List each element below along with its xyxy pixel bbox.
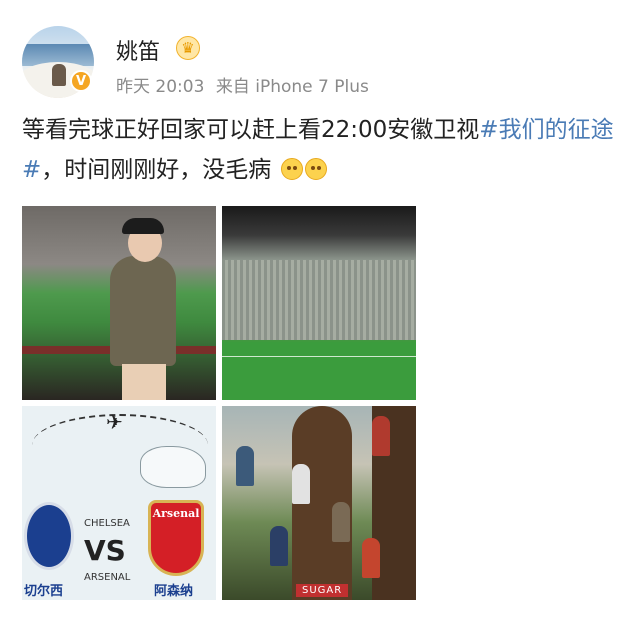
post-source: 来自 iPhone 7 Plus <box>215 77 369 97</box>
crown-icon: ♛ <box>176 36 200 60</box>
kiss-emoji-icon <box>304 158 327 180</box>
team-right-label: ARSENAL <box>84 572 131 583</box>
poster-person <box>292 464 310 504</box>
poster-logo: SUGAR <box>296 584 349 597</box>
verified-badge-icon: V <box>70 70 92 92</box>
photo-1-stadium-selfie[interactable] <box>22 206 216 400</box>
photo-3-match-graphic[interactable]: ✈ CHELSEA VS ARSENAL Arsenal 切尔西 阿森纳 <box>22 406 216 600</box>
post-time: 昨天 20:03 <box>116 77 205 97</box>
post-text: 等看完球正好回家可以赶上看22:00安徽卫视#我们的征途#，时间刚刚好，没毛病 <box>22 110 622 190</box>
stadium-crowd <box>222 260 416 340</box>
poster-person <box>236 446 254 486</box>
poster-person <box>270 526 288 566</box>
poster-person <box>332 502 350 542</box>
chelsea-crest-icon <box>24 502 74 570</box>
team-right-cn-label: 阿森纳 <box>154 584 194 599</box>
photo-person-legs <box>122 364 166 400</box>
map-outline <box>140 446 206 488</box>
poster-person <box>362 538 380 578</box>
author-name[interactable]: 姚笛 <box>116 34 160 66</box>
airplane-icon: ✈ <box>106 410 123 434</box>
avatar-figure <box>52 64 66 86</box>
football-pitch <box>222 342 416 400</box>
versus-label: VS <box>84 534 126 567</box>
team-left-label: CHELSEA <box>84 518 130 529</box>
team-left-cn-label: 切尔西 <box>24 584 64 599</box>
post-meta: 昨天 20:03 来自 iPhone 7 Plus <box>116 72 375 97</box>
poster-person <box>372 416 390 456</box>
arsenal-crest-icon: Arsenal <box>148 500 204 576</box>
cap-icon <box>122 218 164 234</box>
photo-2-stadium-pitch[interactable] <box>222 206 416 400</box>
post-text-part1: 等看完球正好回家可以赶上看22:00安徽卫视 <box>22 117 480 143</box>
photo-person <box>110 256 176 366</box>
grinning-emoji-icon <box>280 158 303 180</box>
photo-4-drama-poster[interactable]: SUGAR <box>222 406 416 600</box>
arsenal-crest-text: Arsenal <box>152 507 200 520</box>
post-text-part2: ，时间刚刚好，没毛病 <box>41 157 272 183</box>
